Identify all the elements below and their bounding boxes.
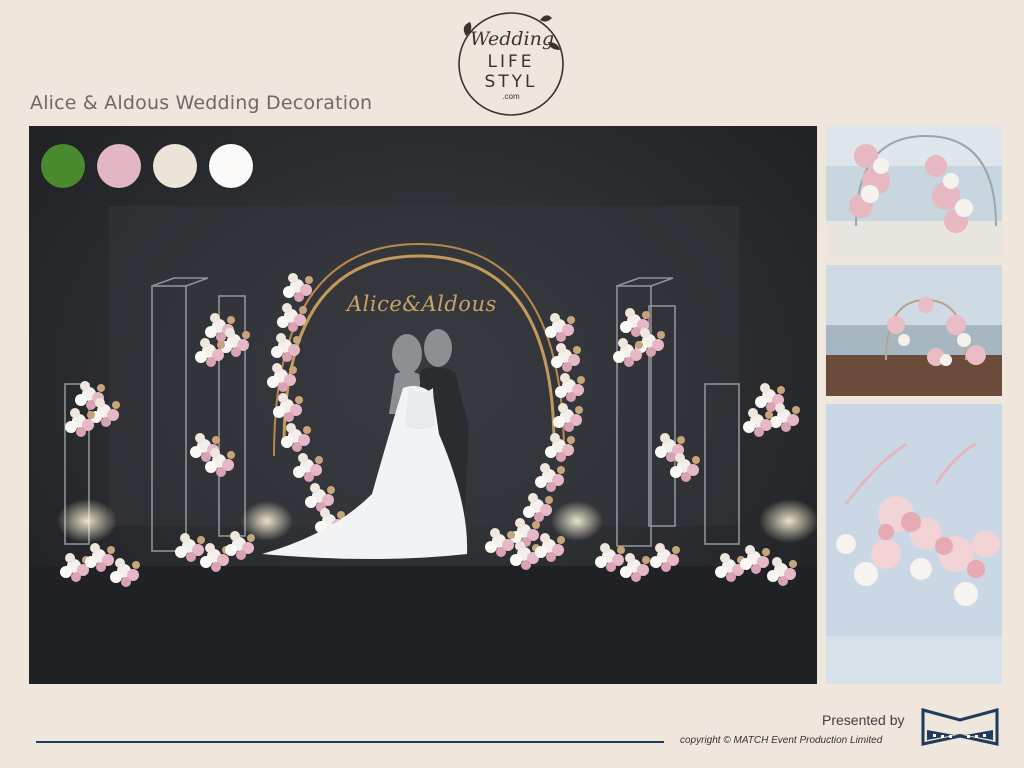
decoration-render: Alice&Aldous — [29, 126, 817, 684]
reference-photo-rooftop-arch — [826, 126, 1002, 257]
footer-divider-line — [36, 741, 664, 743]
slide-title: Alice & Aldous Wedding Decoration — [30, 92, 373, 114]
palette-swatch-white — [209, 144, 253, 188]
reference-photo-deck-setup — [826, 265, 1002, 396]
logo-life-text: LIFE — [487, 52, 535, 72]
palette-swatch-green — [41, 144, 85, 188]
reference-photo-caption-strip — [826, 636, 1002, 684]
logo-script-text: Wedding — [470, 28, 555, 50]
logo-domain-text: .com — [502, 92, 520, 101]
presented-by-label: Presented by — [822, 712, 905, 728]
match-event-logo — [921, 706, 999, 748]
logo-styl-text: STYL — [484, 72, 538, 92]
wedding-lifestyle-logo: Wedding LIFE STYL .com — [452, 6, 570, 116]
copyright-text: copyright © MATCH Event Production Limit… — [680, 735, 883, 746]
palette-swatch-ivory — [153, 144, 197, 188]
reference-photo-floral-closeup — [826, 404, 1002, 636]
palette-swatch-pink — [97, 144, 141, 188]
couple-names-text: Alice&Aldous — [347, 292, 497, 316]
